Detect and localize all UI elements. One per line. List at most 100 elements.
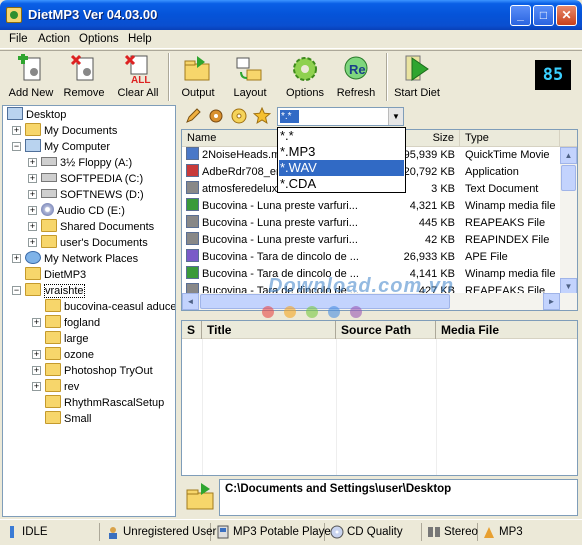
expand-toggle[interactable]: +: [12, 254, 21, 263]
column-title[interactable]: Title: [202, 321, 336, 339]
filter-option-cda[interactable]: *.CDA: [279, 176, 404, 192]
expand-toggle[interactable]: +: [32, 350, 41, 359]
tree-item-network-places[interactable]: My Network Places: [25, 251, 138, 267]
layout-button[interactable]: Layout: [228, 51, 272, 103]
expand-toggle[interactable]: +: [28, 238, 37, 247]
file-row[interactable]: Bucovina - Luna preste varfuri... 4,321 K…: [182, 198, 560, 215]
tree-item-rhythmrascalsetup[interactable]: RhythmRascalSetup: [45, 395, 164, 411]
column-type[interactable]: Type: [460, 130, 560, 147]
hard-drive-icon: [41, 189, 57, 198]
idle-icon: [5, 525, 19, 539]
desktop-icon: [7, 107, 23, 120]
tree-item-drive-d[interactable]: SOFTNEWS (D:): [41, 187, 144, 203]
output-folder-icon[interactable]: [185, 481, 217, 513]
computer-icon: [25, 139, 41, 152]
close-button[interactable]: ✕: [556, 5, 577, 26]
file-type-icon: [186, 181, 199, 194]
expand-toggle[interactable]: +: [32, 366, 41, 375]
collapse-toggle[interactable]: −: [12, 286, 21, 295]
tree-item-large[interactable]: large: [45, 331, 88, 347]
add-new-button[interactable]: Add New: [6, 51, 56, 103]
filter-option-mp3[interactable]: *.MP3: [279, 144, 404, 160]
filter-option-all[interactable]: *.*: [279, 128, 404, 144]
file-row[interactable]: Bucovina - Luna preste varfuri... 42 KB RE…: [182, 232, 560, 249]
star-icon[interactable]: [252, 106, 272, 125]
expand-toggle[interactable]: +: [28, 190, 37, 199]
output-button[interactable]: Output: [176, 51, 220, 103]
expand-toggle[interactable]: +: [28, 174, 37, 183]
expand-toggle[interactable]: +: [12, 126, 21, 135]
clear-all-button[interactable]: ALL Clear All: [114, 51, 162, 103]
column-divider: [336, 339, 337, 475]
file-name: Bucovina - Luna preste varfuri...: [202, 217, 358, 229]
start-diet-button[interactable]: Start Diet: [392, 51, 442, 103]
tree-item-floppy[interactable]: 3½ Floppy (A:): [41, 155, 132, 171]
tree-item-fogland[interactable]: fogland: [45, 315, 100, 331]
folder-tree[interactable]: Desktop + My Documents − My Computer + 3…: [2, 105, 176, 517]
filter-option-wav[interactable]: *.WAV: [279, 160, 404, 176]
expand-toggle[interactable]: +: [28, 222, 37, 231]
minimize-button[interactable]: _: [510, 5, 531, 26]
column-source-path[interactable]: Source Path: [336, 321, 436, 339]
menu-action[interactable]: Action: [38, 33, 70, 45]
collapse-toggle[interactable]: −: [12, 142, 21, 151]
counter-display: 85: [535, 60, 571, 90]
expand-toggle[interactable]: +: [28, 206, 37, 215]
tree-item-drive-c[interactable]: SOFTPEDIA (C:): [41, 171, 143, 187]
maximize-button[interactable]: □: [533, 5, 554, 26]
tree-item-vraishte[interactable]: vraishte: [25, 283, 85, 299]
add-file-icon: [16, 54, 46, 84]
status-channels: Stereo: [424, 523, 478, 541]
cd-audio-icon[interactable]: [230, 107, 248, 125]
tree-item-rev[interactable]: rev: [45, 379, 79, 395]
speaker-icon[interactable]: [207, 107, 225, 125]
output-path-field[interactable]: C:\Documents and Settings\user\Desktop: [219, 479, 578, 516]
remove-button[interactable]: Remove: [62, 51, 106, 103]
scroll-right-button[interactable]: ►: [543, 293, 560, 310]
options-button[interactable]: Options: [282, 51, 328, 103]
tree-item-small[interactable]: Small: [45, 411, 92, 427]
tree-item-dietmp3[interactable]: DietMP3: [25, 267, 86, 283]
pencil-icon[interactable]: [184, 107, 202, 125]
tree-item-my-documents[interactable]: My Documents: [25, 123, 117, 139]
window-title: DietMP3 Ver 04.03.00: [28, 7, 158, 22]
menu-file[interactable]: File: [9, 33, 28, 45]
file-row[interactable]: Bucovina - Luna preste varfuri... 445 KB R…: [182, 215, 560, 232]
scroll-thumb[interactable]: [561, 165, 576, 191]
tree-item-desktop[interactable]: Desktop: [7, 107, 66, 123]
tree-item-shared-documents[interactable]: Shared Documents: [41, 219, 154, 235]
remove-file-icon: [69, 54, 99, 84]
tree-item-photoshop-tryout[interactable]: Photoshop TryOut: [45, 363, 153, 379]
expand-toggle[interactable]: +: [32, 318, 41, 327]
file-row[interactable]: Bucovina - Tara de dincolo de ... 26,933 …: [182, 249, 560, 266]
output-folder-icon: [183, 54, 213, 84]
file-filter-select[interactable]: *.* ▼: [277, 107, 404, 126]
tree-item-users-documents[interactable]: user's Documents: [41, 235, 148, 251]
queue-table[interactable]: S Title Source Path Media File: [181, 320, 578, 476]
chevron-down-icon[interactable]: ▼: [388, 108, 403, 125]
menu-options[interactable]: Options: [79, 33, 119, 45]
file-name: Bucovina - Tara de dincolo de ...: [202, 251, 359, 263]
file-filter-dropdown[interactable]: *.* *.MP3 *.WAV *.CDA: [277, 127, 406, 193]
tree-item-audio-cd[interactable]: Audio CD (E:): [41, 203, 125, 219]
watermark: Download.com.vn: [268, 275, 455, 297]
folder-icon: [45, 315, 61, 328]
file-list-vscroll[interactable]: ▲ ▼: [560, 147, 577, 295]
column-status[interactable]: S: [182, 321, 202, 339]
column-media-file[interactable]: Media File: [436, 321, 577, 339]
file-name: Bucovina - Luna preste varfuri...: [202, 200, 358, 212]
tree-item-ozone[interactable]: ozone: [45, 347, 94, 363]
expand-toggle[interactable]: +: [28, 158, 37, 167]
scroll-left-button[interactable]: ◄: [182, 293, 199, 310]
menu-help[interactable]: Help: [128, 33, 152, 45]
speaker-icon: [427, 525, 441, 539]
tree-item-my-computer[interactable]: My Computer: [25, 139, 110, 155]
file-type: REAPINDEX File: [465, 234, 550, 246]
expand-toggle[interactable]: +: [32, 382, 41, 391]
refresh-button[interactable]: Re Refresh: [334, 51, 378, 103]
file-type-icon: [186, 198, 199, 211]
scroll-up-button[interactable]: ▲: [560, 147, 577, 164]
toolbar-separator: [168, 53, 170, 101]
tree-item-bucovina[interactable]: bucovina-ceasul aduce: [45, 299, 175, 315]
player-icon: [216, 525, 230, 539]
